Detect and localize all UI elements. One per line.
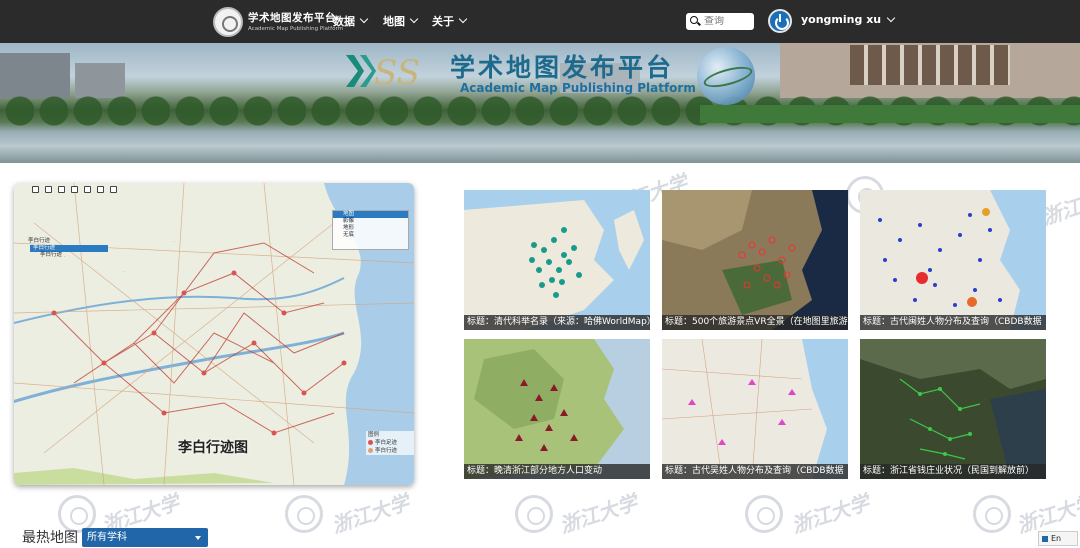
featured-map[interactable]: · · · 李白行迹 李白行迹 李白行迹 地图 影像 地形 无底 李白行迹图 图例 …: [14, 183, 414, 485]
map-card[interactable]: 标题：晚清浙江部分地方人口变动: [464, 339, 650, 479]
globe-icon: [697, 47, 755, 105]
svg-text:·: ·: [124, 269, 125, 274]
search-icon[interactable]: [690, 16, 701, 27]
watermark-seal-icon: [745, 495, 783, 533]
nav-item-maps[interactable]: 地图: [383, 13, 419, 29]
banner-lawn: [700, 105, 1080, 123]
base-layer-option[interactable]: 地形: [333, 225, 408, 232]
hss-logo-icon: SS: [346, 53, 420, 91]
watermark-text: 浙江大学: [328, 490, 413, 538]
search-box[interactable]: [686, 13, 754, 30]
layer-tree: 李白行迹 李白行迹 李白行迹: [18, 238, 108, 259]
brand-subtitle: Academic Map Publishing Platform: [248, 25, 344, 32]
watermark-seal-icon: [515, 495, 553, 533]
base-layer-option[interactable]: 地图: [333, 211, 408, 218]
logo-text: SS: [374, 53, 420, 91]
base-layer-option[interactable]: 无底: [333, 232, 408, 239]
layer-tree-item[interactable]: 李白行迹: [30, 252, 108, 259]
brand[interactable]: 学术地图发布平台 Academic Map Publishing Platfor…: [213, 6, 343, 38]
export-icon[interactable]: [58, 186, 65, 193]
language-label: En: [1051, 534, 1062, 543]
layer-tree-item[interactable]: 李白行迹: [30, 245, 108, 252]
user-power-icon[interactable]: [768, 9, 792, 33]
chevron-down-icon: [359, 14, 369, 24]
hot-maps-heading: 最热地图: [22, 530, 78, 546]
language-flag-icon: [1042, 535, 1048, 542]
map-card-caption: 标题：清代科举名录（来源：哈佛WorldMap）: [464, 315, 650, 330]
watermark-text: 浙江大学: [788, 490, 873, 538]
map-card[interactable]: 标题：浙江省钱庄业状况（民国到解放前）: [860, 339, 1046, 479]
chevron-down-icon: [458, 14, 468, 24]
language-switcher[interactable]: En: [1038, 531, 1078, 546]
legend-item: 李白足迹: [366, 439, 414, 447]
map-card[interactable]: 标题：古代吴姓人物分布及查询（CBDB数据: [662, 339, 848, 479]
map-card[interactable]: 标题：500个旅游景点VR全景（在地图里旅游: [662, 190, 848, 330]
layers-icon[interactable]: [45, 186, 52, 193]
print-icon[interactable]: [32, 186, 39, 193]
map-card-thumbnail: [464, 339, 650, 479]
banner-building: [850, 45, 1010, 85]
brand-title: 学术地图发布平台: [248, 11, 336, 24]
map-card-thumbnail: [464, 190, 650, 330]
layer-tree-item[interactable]: 李白行迹: [18, 238, 108, 245]
nav-item-about[interactable]: 关于: [432, 13, 468, 29]
legend-title: 图例: [368, 432, 380, 438]
map-card-caption: 标题：500个旅游景点VR全景（在地图里旅游: [662, 315, 848, 330]
watermark-seal-icon: [973, 495, 1011, 533]
map-card-thumbnail: [662, 190, 848, 330]
featured-map-title: 李白行迹图: [178, 440, 248, 456]
chevron-down-icon: [409, 14, 419, 24]
map-card[interactable]: 标题：清代科举名录（来源：哈佛WorldMap）: [464, 190, 650, 330]
nav-item-data[interactable]: 数据: [333, 13, 369, 29]
university-logo-icon: [213, 7, 243, 37]
zoom-search-icon[interactable]: [110, 186, 117, 193]
chevron-down-icon: [886, 13, 896, 22]
map-card-thumbnail: [860, 339, 1046, 479]
base-layer-option[interactable]: 影像: [333, 218, 408, 225]
user-menu[interactable]: yongming xu: [801, 13, 896, 26]
subject-filter-value: 所有学科: [87, 532, 127, 543]
legend-item: 李白行迹: [366, 447, 414, 455]
map-card-caption: 标题：古代闽姓人物分布及查询（CBDB数据: [860, 315, 1046, 330]
search-input[interactable]: [704, 16, 752, 27]
legend-dot-icon: [368, 448, 373, 453]
map-card[interactable]: 标题：古代闽姓人物分布及查询（CBDB数据: [860, 190, 1046, 330]
banner-subtitle: Academic Map Publishing Platform: [460, 81, 696, 95]
map-card-thumbnail: [860, 190, 1046, 330]
watermark-seal-icon: [285, 495, 323, 533]
map-card-caption: 标题：浙江省钱庄业状况（民国到解放前）: [860, 464, 1046, 479]
subject-filter-select[interactable]: 所有学科: [82, 528, 208, 547]
map-card-caption: 标题：晚清浙江部分地方人口变动: [464, 464, 650, 479]
user-name: yongming xu: [801, 13, 882, 26]
base-layer-switcher: 地图 影像 地形 无底: [332, 210, 409, 250]
save-icon[interactable]: [97, 186, 104, 193]
banner-title: 学术地图发布平台: [450, 53, 675, 82]
edit-icon[interactable]: [84, 186, 91, 193]
map-card-thumbnail: [662, 339, 848, 479]
map-card-caption: 标题：古代吴姓人物分布及查询（CBDB数据: [662, 464, 848, 479]
map-toolbar: [32, 186, 117, 193]
share-icon[interactable]: [71, 186, 78, 193]
svg-text:·: ·: [174, 239, 175, 244]
legend-dot-icon: [368, 440, 373, 445]
caret-down-icon: [195, 536, 201, 540]
header-banner: SS 学术地图发布平台 Academic Map Publishing Plat…: [0, 43, 1080, 163]
map-legend: 图例 李白足迹 李白行迹: [366, 431, 414, 455]
top-navbar: 学术地图发布平台 Academic Map Publishing Platfor…: [0, 0, 1080, 43]
watermark-text: 浙江大学: [556, 490, 641, 538]
